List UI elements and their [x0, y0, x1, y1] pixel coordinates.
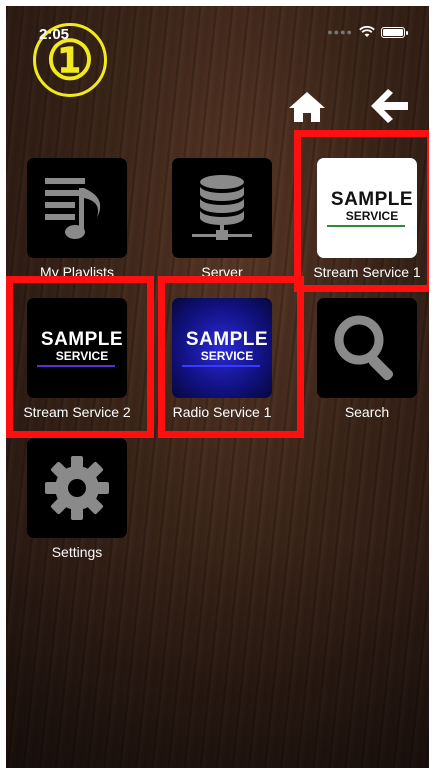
tile-server[interactable]: Server	[157, 158, 287, 280]
back-arrow-icon	[371, 89, 408, 123]
tile-label: Stream Service 2	[23, 404, 131, 420]
tile-icon-box	[27, 438, 127, 538]
sample-service-logo: SAMPLE SERVICE	[317, 158, 417, 258]
tile-search[interactable]: Search	[302, 298, 429, 420]
server-database-icon	[192, 175, 252, 240]
signal-icon: ●●●●	[327, 27, 353, 37]
wifi-icon	[359, 26, 375, 37]
tile-label: Server	[201, 264, 243, 280]
status-time: 2:05	[39, 26, 70, 43]
tile-icon-box	[172, 158, 272, 258]
tile-settings[interactable]: Settings	[12, 438, 142, 560]
logo-sub-text: SERVICE	[55, 348, 109, 363]
home-button[interactable]	[285, 86, 329, 126]
tile-label: Radio Service 1	[172, 404, 272, 420]
logo-sub-text: SERVICE	[345, 208, 399, 223]
tile-stream-service-2[interactable]: SAMPLE SERVICE Stream Service 2	[12, 298, 142, 420]
search-icon	[334, 315, 394, 381]
tile-icon-box	[317, 298, 417, 398]
music-list-icon	[45, 178, 101, 239]
logo-main-text: SAMPLE	[330, 188, 414, 210]
home-icon	[289, 92, 325, 122]
tile-label: Stream Service 1	[313, 264, 421, 280]
tile-label: My Playlists	[40, 264, 114, 280]
sample-service-logo: SAMPLE SERVICE	[172, 298, 272, 398]
tile-label: Search	[344, 404, 390, 420]
tile-icon-box: SAMPLE SERVICE	[27, 298, 127, 398]
logo-sub-text: SERVICE	[200, 348, 254, 363]
tile-label: Settings	[51, 544, 103, 560]
tile-radio-service-1[interactable]: SAMPLE SERVICE Radio Service 1	[157, 298, 287, 420]
logo-main-text: SAMPLE	[185, 328, 269, 350]
tile-my-playlists[interactable]: My Playlists	[12, 158, 142, 280]
status-icons: ●●●●	[327, 26, 408, 38]
battery-icon	[381, 26, 408, 38]
tile-icon-box	[27, 158, 127, 258]
logo-underline	[37, 364, 115, 367]
logo-underline	[182, 364, 260, 367]
tile-icon-box: SAMPLE SERVICE	[172, 298, 272, 398]
back-button[interactable]	[368, 86, 412, 126]
logo-main-text: SAMPLE	[40, 328, 124, 350]
sample-service-logo: SAMPLE SERVICE	[27, 298, 127, 398]
gear-icon	[45, 456, 109, 520]
tile-icon-box: SAMPLE SERVICE	[317, 158, 417, 258]
tile-stream-service-1[interactable]: SAMPLE SERVICE Stream Service 1	[302, 158, 429, 280]
app-screen: 2:05 ① ●●●● My Playlists Server SAMPLE S…	[6, 6, 429, 768]
logo-underline	[327, 224, 405, 227]
